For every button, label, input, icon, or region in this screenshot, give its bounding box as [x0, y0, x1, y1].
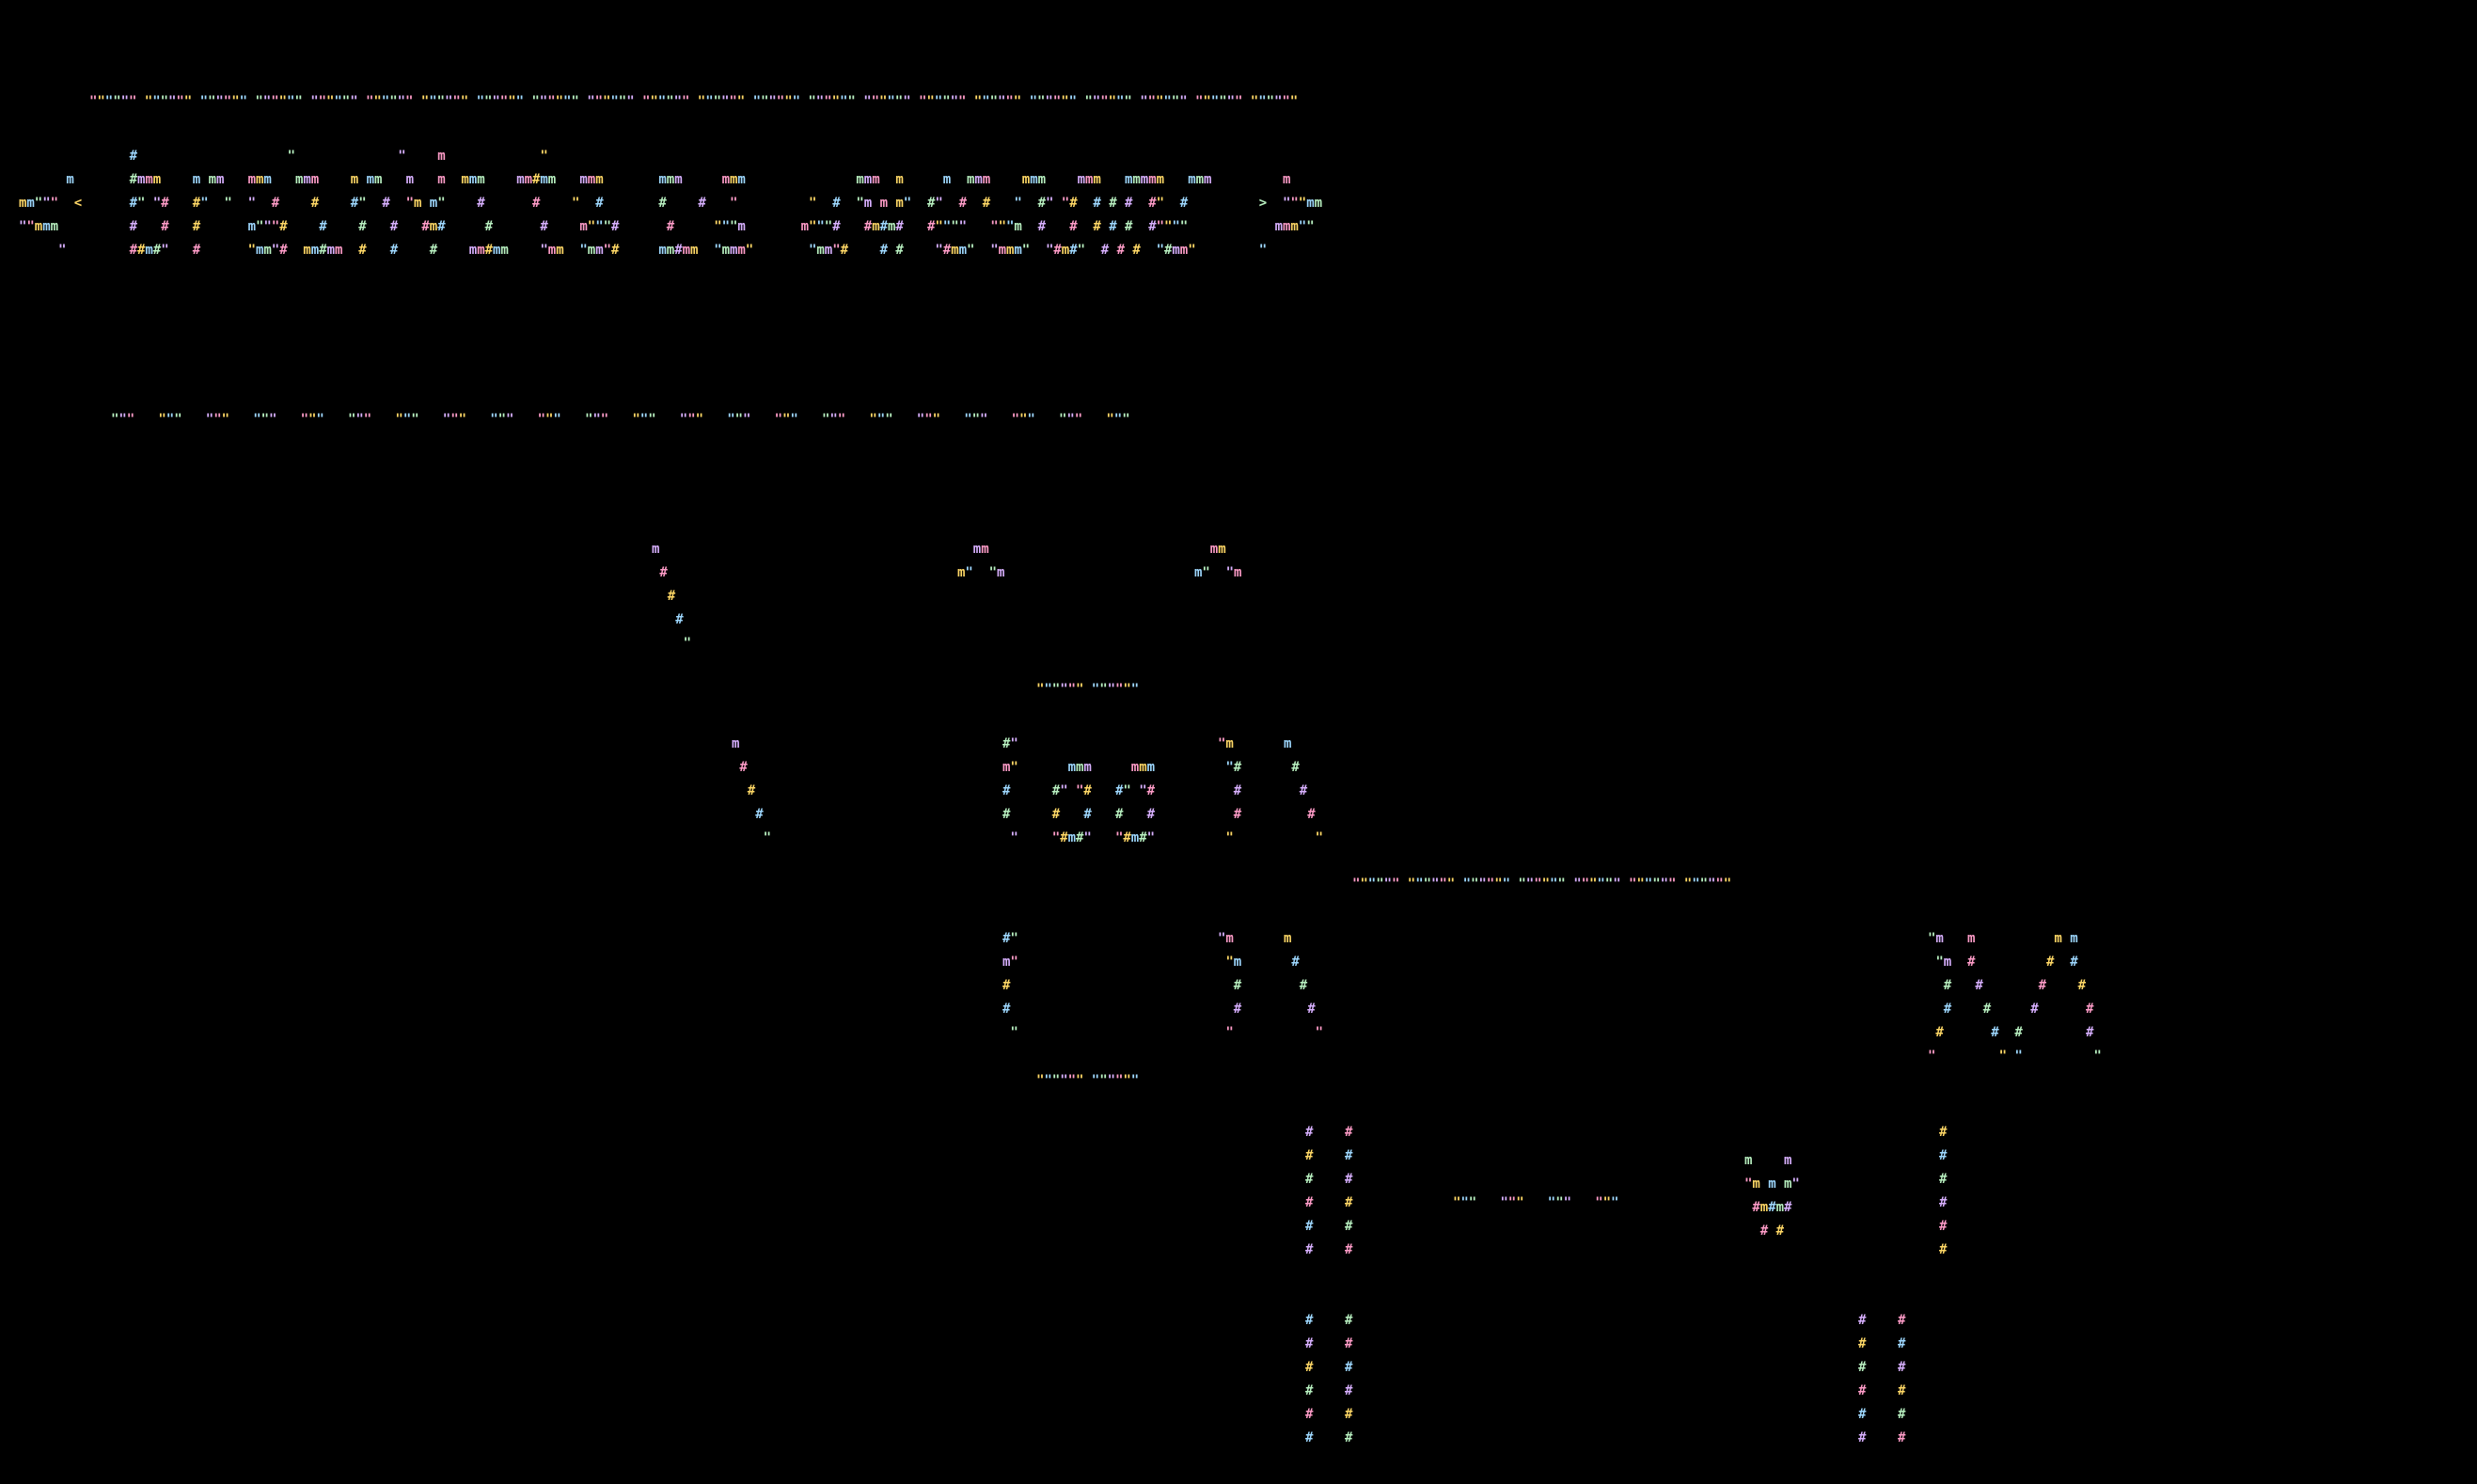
robot-claw: "m # # # — [1928, 955, 2078, 970]
robot-arm-top: """""" """""" """""" """""" """""" """""… — [1352, 876, 1731, 892]
robot-head-right-side: # — [1218, 807, 1242, 822]
robot-leg-back-right: # — [1939, 1242, 1948, 1257]
robot-claw: "m m m m — [1928, 931, 2078, 946]
robot-leg-back-right: # — [1939, 1125, 1948, 1140]
banner-text-line: " ##m#" # "mm"# mm#mm # # # mm#mm "mm "m… — [19, 243, 1267, 258]
robot-body-left-side: " — [1002, 1025, 1018, 1040]
robot-body-right-side: # — [1218, 1002, 1242, 1017]
ascii-robot-drawing: m # # # "m # # # " mmm" "m mmm" "m""""""… — [652, 542, 2102, 1445]
robot-leg-lower-back: # # — [1858, 1407, 1906, 1422]
robot-neck-stroke: " — [1284, 830, 1323, 845]
robot-body-stroke: " — [1284, 1025, 1323, 1040]
robot-leg-back-right: # — [1939, 1148, 1948, 1163]
robot-leg-lower-back: # # — [1858, 1360, 1906, 1375]
banner-text-line: ""mmm # # # m"""# # # # #m# # # m"""# # … — [19, 219, 1315, 234]
robot-head-left-side: # — [1002, 807, 1011, 822]
robot-body-left-side: # — [1002, 1002, 1011, 1017]
robot-leg-lower-front: # # — [1305, 1360, 1353, 1375]
robot-head-left-side: m" — [1002, 760, 1018, 775]
robot-head-right-side: "# — [1218, 760, 1242, 775]
robot-ear-left: mm — [957, 542, 989, 557]
mouse-critter: "m m m" — [1744, 1176, 1800, 1192]
robot-eyes: #" "# #" "# — [1036, 783, 1156, 798]
ascii-art: """""" """""" """""" """""" """""" """""… — [19, 94, 2102, 1445]
robot-leg-lower-back: # # — [1858, 1430, 1906, 1445]
robot-leg-front: # # — [1305, 1242, 1353, 1257]
robot-leg-front: # # — [1305, 1195, 1353, 1210]
robot-leg-front: # # — [1305, 1125, 1353, 1140]
banner-text-line: mm""" < #" "# #" " " # # #" # "m m" # # … — [19, 196, 1322, 211]
robot-body-left-side: # — [1002, 978, 1011, 993]
banner-border-bottom: """ """ """ """ """ """ """ """ """ """ … — [111, 412, 1130, 427]
robot-arm-stroke: # — [732, 760, 748, 775]
robot-claw: # # # # — [1928, 978, 2087, 993]
robot-body-left-side: m" — [1002, 955, 1018, 970]
robot-antenna-left: m — [652, 542, 659, 557]
ascii-banner: """""" """""" """""" """""" """""" """""… — [19, 94, 1322, 427]
banner-border-top: """""" """""" """""" """""" """""" """""… — [89, 94, 1298, 109]
robot-ear-right: mm — [1194, 542, 1226, 557]
robot-leg-back-right: # — [1939, 1195, 1948, 1210]
robot-leg-lower-front: # # — [1305, 1430, 1353, 1445]
robot-ear-left: m" "m — [957, 565, 1004, 580]
robot-antenna-left: # — [652, 589, 676, 604]
robot-leg-lower-back: # # — [1858, 1336, 1906, 1351]
robot-body-right-side: # — [1218, 978, 1242, 993]
robot-tail: """ """ """ """ — [1453, 1195, 1618, 1210]
robot-leg-lower-front: # # — [1305, 1383, 1353, 1398]
robot-leg-lower-front: # # — [1305, 1407, 1353, 1422]
robot-leg-lower-back: # # — [1858, 1383, 1906, 1398]
robot-claw: # # # # — [1928, 1002, 2094, 1017]
robot-arm-stroke: m — [732, 736, 739, 751]
robot-leg-lower-front: # # — [1305, 1336, 1353, 1351]
robot-leg-front: # # — [1305, 1172, 1353, 1187]
robot-arm-stroke: " — [732, 830, 771, 845]
mouse-critter: #m#m# — [1744, 1200, 1792, 1215]
robot-body-stroke: m — [1284, 931, 1291, 946]
robot-arm-stroke: # — [732, 807, 764, 822]
mouse-critter: m m — [1744, 1153, 1791, 1168]
robot-head-right-side: "m — [1218, 736, 1234, 751]
robot-head-left-side: " — [1002, 830, 1018, 845]
robot-body-right-side: " — [1218, 1025, 1234, 1040]
robot-antenna-left: # — [652, 565, 668, 580]
robot-body-stroke: # — [1284, 1002, 1316, 1017]
robot-head-left-side: #" — [1002, 736, 1018, 751]
robot-head-left-side: # — [1002, 783, 1011, 798]
robot-leg-back-right: # — [1939, 1219, 1948, 1234]
robot-body-right-side: "m — [1218, 931, 1234, 946]
banner-text-line: m #mmm m mm mmm mmm m mm m m mmm mm#mm m… — [19, 172, 1290, 187]
robot-body-stroke: # — [1284, 978, 1308, 993]
robot-claw: " " " " — [1928, 1049, 2102, 1064]
robot-leg-lower-back: # # — [1858, 1313, 1906, 1328]
robot-eyes: mmm mmm — [1036, 760, 1155, 775]
robot-eyes: "#m#" "#m#" — [1036, 830, 1155, 845]
robot-leg-front: # # — [1305, 1219, 1353, 1234]
robot-neck-stroke: # — [1284, 760, 1300, 775]
robot-ear-right: m" "m — [1194, 565, 1241, 580]
robot-head-right-side: " — [1218, 830, 1234, 845]
mouse-critter: # # — [1744, 1224, 1785, 1239]
robot-neck-stroke: # — [1284, 807, 1316, 822]
robot-antenna-left: " — [652, 636, 691, 651]
robot-body-stroke: # — [1284, 955, 1300, 970]
robot-body-left-side: #" — [1002, 931, 1018, 946]
robot-neck-stroke: # — [1284, 783, 1308, 798]
terminal-screen: """""" """""" """""" """""" """""" """""… — [0, 0, 2477, 1484]
robot-leg-lower-front: # # — [1305, 1313, 1353, 1328]
robot-claw: # # # # — [1928, 1025, 2094, 1040]
robot-neck-stroke: m — [1284, 736, 1291, 751]
robot-leg-front: # # — [1305, 1148, 1353, 1163]
robot-body-right-side: "m — [1218, 955, 1241, 970]
robot-arm-stroke: # — [732, 783, 756, 798]
banner-text-line: # " " m " — [19, 149, 548, 164]
robot-eyes: # # # # — [1036, 807, 1156, 822]
robot-body-bottom: """""" """""" — [1036, 1073, 1139, 1088]
robot-head-top: """""" """""" — [1036, 682, 1139, 697]
robot-head-right-side: # — [1218, 783, 1242, 798]
robot-leg-back-right: # — [1939, 1172, 1948, 1187]
robot-antenna-left: # — [652, 612, 684, 627]
